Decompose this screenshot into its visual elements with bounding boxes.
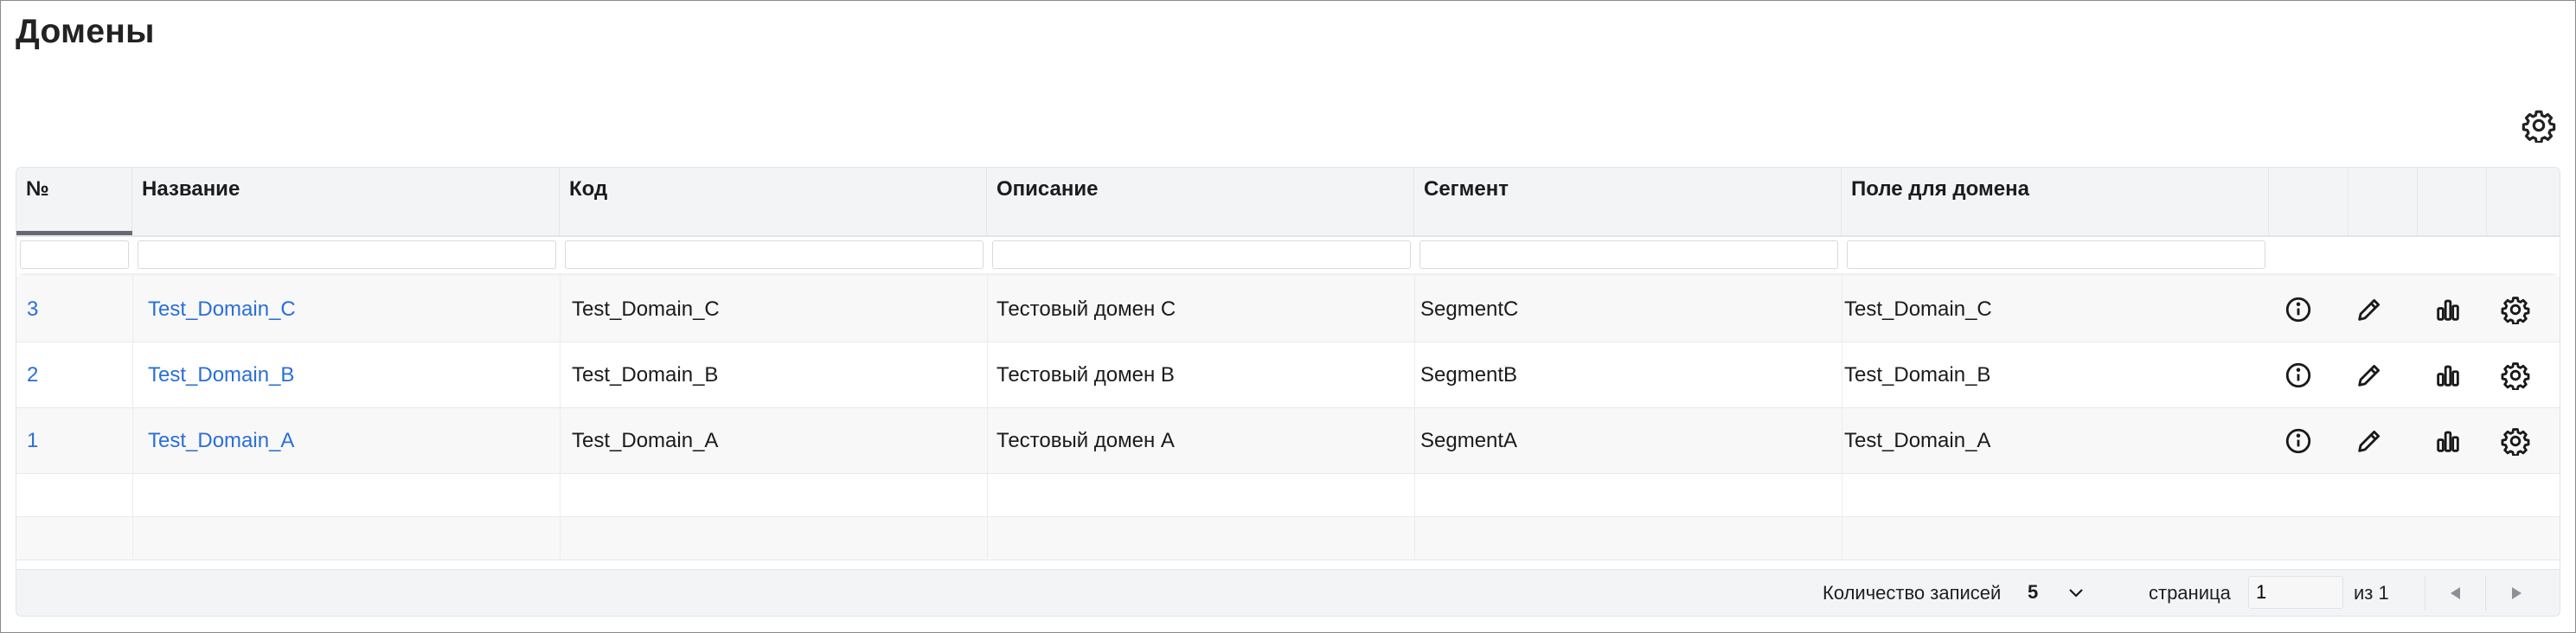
domain-name-link[interactable]: Test_Domain_B xyxy=(148,342,294,408)
domain-segment: SegmentA xyxy=(1420,429,1518,452)
column-header-label: Описание xyxy=(996,177,1099,201)
pencil-icon[interactable] xyxy=(2355,426,2384,456)
column-header-domain-field[interactable]: Поле для домена xyxy=(1842,168,2269,235)
filter-input-number[interactable] xyxy=(20,240,129,269)
column-header-label: Название xyxy=(142,177,240,201)
row-number-link[interactable]: 1 xyxy=(27,408,38,474)
column-header-label: Код xyxy=(569,177,608,201)
table-row[interactable]: 1 Test_Domain_A Test_Domain_A Тестовый д… xyxy=(16,408,2560,474)
column-divider xyxy=(1414,273,1415,559)
page-label: страница xyxy=(2149,582,2231,604)
info-icon[interactable] xyxy=(2284,295,2313,324)
records-per-page-label: Количество записей xyxy=(1823,582,2002,604)
table-header: № Название Код Описание Сегмент Поле для… xyxy=(16,168,2560,237)
app-window: Домены № Название Код Описание Сегмент П… xyxy=(0,0,2576,633)
next-page-button[interactable] xyxy=(2485,576,2546,611)
domains-table: № Название Код Описание Сегмент Поле для… xyxy=(16,167,2560,617)
page-number-input[interactable] xyxy=(2248,576,2343,609)
domain-field: Test_Domain_C xyxy=(1844,297,1992,321)
column-divider xyxy=(132,273,133,559)
column-divider xyxy=(560,273,561,559)
row-number-link[interactable]: 3 xyxy=(27,277,38,342)
column-header-number[interactable]: № xyxy=(16,168,132,235)
table-row[interactable]: 2 Test_Domain_B Test_Domain_B Тестовый д… xyxy=(16,342,2560,408)
domain-description: Тестовый домен В xyxy=(996,363,1175,387)
bar-chart-icon[interactable] xyxy=(2433,361,2463,390)
pencil-icon[interactable] xyxy=(2355,361,2384,390)
column-header-action-edit xyxy=(2349,168,2418,235)
triangle-left-icon xyxy=(2451,587,2460,599)
page-total-label: из 1 xyxy=(2354,582,2389,604)
empty-row xyxy=(16,474,2560,517)
domain-description: Тестовый домен А xyxy=(996,429,1175,452)
domain-code: Test_Domain_C xyxy=(572,297,720,321)
empty-row xyxy=(16,517,2560,560)
column-header-label: № xyxy=(26,177,49,201)
filter-input-code[interactable] xyxy=(565,240,984,269)
table-settings-gear-icon[interactable] xyxy=(2522,108,2556,144)
column-header-label: Поле для домена xyxy=(1851,177,2029,201)
table-row[interactable]: 3 Test_Domain_C Test_Domain_C Тестовый д… xyxy=(16,277,2560,342)
filter-input-domain-field[interactable] xyxy=(1847,240,2265,269)
domain-segment: SegmentC xyxy=(1420,297,1519,321)
row-number-link[interactable]: 2 xyxy=(27,342,38,408)
domain-field: Test_Domain_A xyxy=(1844,429,1991,452)
info-icon[interactable] xyxy=(2284,361,2313,390)
column-header-action-info xyxy=(2269,168,2349,235)
pagination-bar: Количество записей 5 страница из 1 xyxy=(16,569,2560,616)
info-icon[interactable] xyxy=(2284,426,2313,456)
domain-description: Тестовый домен С xyxy=(996,297,1176,321)
filter-input-name[interactable] xyxy=(138,240,556,269)
column-divider xyxy=(987,273,988,559)
column-header-action-settings xyxy=(2487,168,2560,235)
pencil-icon[interactable] xyxy=(2355,295,2384,324)
filter-input-segment[interactable] xyxy=(1419,240,1838,269)
domain-segment: SegmentB xyxy=(1420,363,1518,387)
bar-chart-icon[interactable] xyxy=(2433,295,2463,324)
triangle-right-icon xyxy=(2512,587,2522,599)
column-header-segment[interactable]: Сегмент xyxy=(1414,168,1842,235)
column-header-description[interactable]: Описание xyxy=(987,168,1414,235)
filter-input-description[interactable] xyxy=(992,240,1411,269)
page-size-select[interactable]: 5 xyxy=(2017,576,2095,609)
page-title: Домены xyxy=(16,13,155,50)
column-header-name[interactable]: Название xyxy=(132,168,560,235)
column-header-label: Сегмент xyxy=(1424,177,1509,201)
domain-field: Test_Domain_B xyxy=(1844,363,1991,387)
active-column-indicator xyxy=(16,231,132,235)
gear-icon[interactable] xyxy=(2501,361,2530,390)
domain-name-link[interactable]: Test_Domain_C xyxy=(148,277,296,342)
gear-icon[interactable] xyxy=(2501,295,2530,324)
domain-name-link[interactable]: Test_Domain_A xyxy=(148,408,294,474)
domain-code: Test_Domain_A xyxy=(572,429,719,452)
column-header-action-stats xyxy=(2418,168,2487,235)
domain-code: Test_Domain_B xyxy=(572,363,719,387)
gear-icon[interactable] xyxy=(2501,426,2530,456)
bar-chart-icon[interactable] xyxy=(2433,426,2463,456)
page-size-value: 5 xyxy=(2028,581,2039,603)
column-header-code[interactable]: Код xyxy=(560,168,987,235)
previous-page-button[interactable] xyxy=(2425,576,2485,611)
chevron-down-icon xyxy=(2069,589,2083,598)
